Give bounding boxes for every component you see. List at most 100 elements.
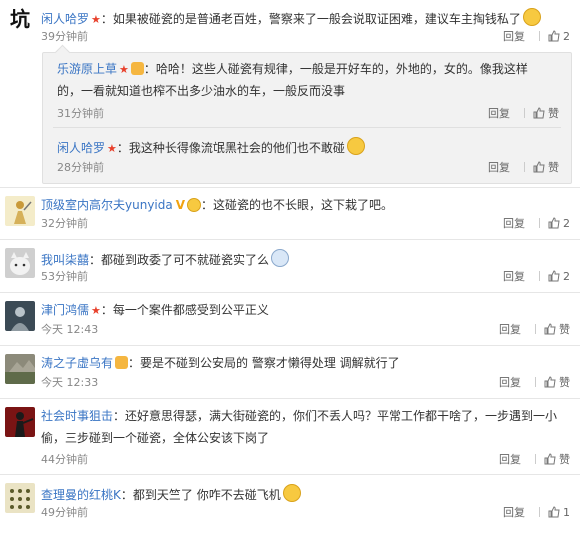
comment-text: 每一个案件都感受到公平正义: [112, 303, 269, 317]
thumbs-up-icon: [548, 217, 560, 229]
nested-replies: 乐游原上草 ★ ：哈哈！这些人碰瓷有规律，一般是开好车的，外地的，女的。像我这样 的…: [42, 52, 572, 184]
like-button[interactable]: 2: [548, 217, 570, 231]
reply-button[interactable]: 回复: [499, 376, 521, 389]
comment-actions: 回复 赞: [488, 107, 559, 121]
comment-item: 我叫柒囍：都碰到政委了可不就碰瓷实了么 53分钟前 回复 2: [0, 240, 580, 290]
username-link[interactable]: 闲人哈罗: [57, 141, 105, 155]
reply-button[interactable]: 回复: [488, 107, 510, 120]
comment-line-2: 偷，三步碰到一个碰瓷，全体公安该下岗了: [41, 431, 270, 445]
username-link[interactable]: 社会时事狙击: [41, 409, 113, 423]
thumbs-up-icon: [533, 107, 545, 119]
thumbs-up-icon: [548, 30, 560, 42]
username-link[interactable]: 闲人哈罗: [41, 12, 89, 26]
divider: [539, 507, 540, 517]
timestamp: 31分钟前: [57, 107, 104, 120]
reply-button[interactable]: 回复: [503, 217, 525, 230]
reply-button[interactable]: 回复: [499, 323, 521, 336]
reply-button[interactable]: 回复: [499, 453, 521, 466]
emoji-icon: [282, 484, 301, 502]
timestamp: 今天 12:43: [41, 323, 99, 336]
timestamp: 53分钟前: [41, 270, 88, 283]
comment-actions: 回复 赞: [499, 376, 570, 390]
comment-actions: 回复 赞: [488, 161, 559, 175]
divider: [535, 324, 536, 334]
username-link[interactable]: 乐游原上草: [57, 62, 117, 76]
thumbs-up-icon: [544, 323, 556, 335]
like-button[interactable]: 赞: [533, 107, 559, 121]
username-link[interactable]: 查理曼的红桃K: [41, 488, 121, 502]
comment-text: 我这种长得像流氓黑社会的他们也不敢碰: [128, 141, 345, 155]
like-button[interactable]: 赞: [544, 453, 570, 467]
divider: [524, 162, 525, 172]
timestamp: 今天 12:33: [41, 376, 99, 389]
comment-text: 都碰到政委了可不就碰瓷实了么: [101, 253, 270, 267]
comment-line: 查理曼的红桃K：都到天竺了 你咋不去碰飞机: [41, 484, 301, 503]
timestamp: 49分钟前: [41, 506, 88, 519]
avatar[interactable]: [5, 407, 35, 437]
avatar[interactable]: [5, 196, 35, 226]
comment-text: 哈哈！这些人碰瓷有规律，一般是开好车的，外地的，女的。像我这样: [155, 62, 528, 76]
like-button[interactable]: 赞: [544, 376, 570, 390]
divider: [539, 31, 540, 41]
username-link[interactable]: 我叫柒囍: [41, 253, 89, 267]
comment-line: 乐游原上草 ★ ：哈哈！这些人碰瓷有规律，一般是开好车的，外地的，女的。像我这样: [57, 62, 528, 76]
thumbs-up-icon: [544, 453, 556, 465]
divider: [524, 108, 525, 118]
vip-badge-icon: [115, 356, 129, 369]
emoji-icon: [187, 198, 202, 212]
like-button[interactable]: 1: [548, 506, 570, 520]
comment-item: 涛之子虚乌有 ：要是不碰到公安局的 警察才懒得处理 调解就行了 今天 12:33 …: [0, 346, 580, 396]
thumbs-up-icon: [533, 161, 545, 173]
like-button[interactable]: 2: [548, 30, 570, 44]
divider: [539, 218, 540, 228]
star-badge-icon: ★: [91, 304, 101, 317]
comment-item: 坑 闲人哈罗 ★：如果被碰瓷的是普通老百姓，警察来了一般会说取证困难，建议车主掏钱…: [0, 0, 580, 50]
like-button[interactable]: 赞: [533, 161, 559, 175]
comment-text: 如果被碰瓷的是普通老百姓，警察来了一般会说取证困难，建议车主掏钱私了: [112, 12, 521, 26]
comment-text: 还好意思得瑟，满大街碰瓷的，你们不丢人吗？平常工作都干啥了，一步遇到一小: [125, 409, 558, 423]
star-badge-icon: ★: [107, 142, 117, 155]
avatar[interactable]: [5, 483, 35, 513]
timestamp: 28分钟前: [57, 161, 104, 174]
comment-line: 我叫柒囍：都碰到政委了可不就碰瓷实了么: [41, 249, 290, 268]
comment-line: 涛之子虚乌有 ：要是不碰到公安局的 警察才懒得处理 调解就行了: [41, 356, 400, 370]
comment-text: 这碰瓷的也不长眼，这下栽了吧。: [213, 198, 394, 212]
comment-actions: 回复 1: [503, 506, 570, 520]
reply-button[interactable]: 回复: [503, 30, 525, 43]
comment-line: 顶级室内高尔夫yunyida V ：这碰瓷的也不长眼，这下栽了吧。: [41, 198, 394, 212]
vip-badge-icon: V: [175, 198, 186, 212]
username-link[interactable]: 顶级室内高尔夫yunyida: [41, 198, 173, 212]
comment-actions: 回复 赞: [499, 453, 570, 467]
comment-line: 闲人哈罗 ★：如果被碰瓷的是普通老百姓，警察来了一般会说取证困难，建议车主掏钱私了: [41, 8, 541, 28]
emoji-icon: [346, 137, 365, 155]
reply-button[interactable]: 回复: [488, 161, 510, 174]
reply-button[interactable]: 回复: [503, 506, 525, 519]
comment-actions: 回复 2: [503, 270, 570, 284]
comment-item: 津门鸿儒 ★：每一个案件都感受到公平正义 今天 12:43 回复 赞: [0, 293, 580, 343]
comment-line: 社会时事狙击：还好意思得瑟，满大街碰瓷的，你们不丢人吗？平常工作都干啥了，一步遇…: [41, 409, 558, 423]
like-button[interactable]: 2: [548, 270, 570, 284]
divider: [535, 454, 536, 464]
comment-line: 津门鸿儒 ★：每一个案件都感受到公平正义: [41, 303, 269, 317]
avatar[interactable]: [5, 301, 35, 331]
thumbs-up-icon: [548, 270, 560, 282]
like-button[interactable]: 赞: [544, 323, 570, 337]
avatar[interactable]: [5, 248, 35, 278]
comment-actions: 回复 赞: [499, 323, 570, 337]
reply-button[interactable]: 回复: [503, 270, 525, 283]
comment-item: 社会时事狙击：还好意思得瑟，满大街碰瓷的，你们不丢人吗？平常工作都干啥了，一步遇…: [0, 399, 580, 471]
username-link[interactable]: 津门鸿儒: [41, 303, 89, 317]
timestamp: 32分钟前: [41, 217, 88, 230]
avatar[interactable]: [5, 354, 35, 384]
star-badge-icon: ★: [119, 63, 129, 76]
avatar[interactable]: 坑: [5, 4, 35, 34]
comment-line: 闲人哈罗 ★：我这种长得像流氓黑社会的他们也不敢碰: [57, 137, 365, 157]
comment-actions: 回复 2: [503, 30, 570, 44]
comment-line-2: 的，一看就知道也榨不出多少油水的车，一般反而没事: [57, 84, 346, 98]
comment-item: 顶级室内高尔夫yunyida V ：这碰瓷的也不长眼，这下栽了吧。 32分钟前 回复…: [0, 188, 580, 235]
emoji-icon: [522, 8, 541, 26]
divider: [53, 127, 561, 128]
timestamp: 39分钟前: [41, 30, 88, 43]
star-badge-icon: ★: [91, 13, 101, 26]
username-link[interactable]: 涛之子虚乌有: [41, 356, 113, 370]
